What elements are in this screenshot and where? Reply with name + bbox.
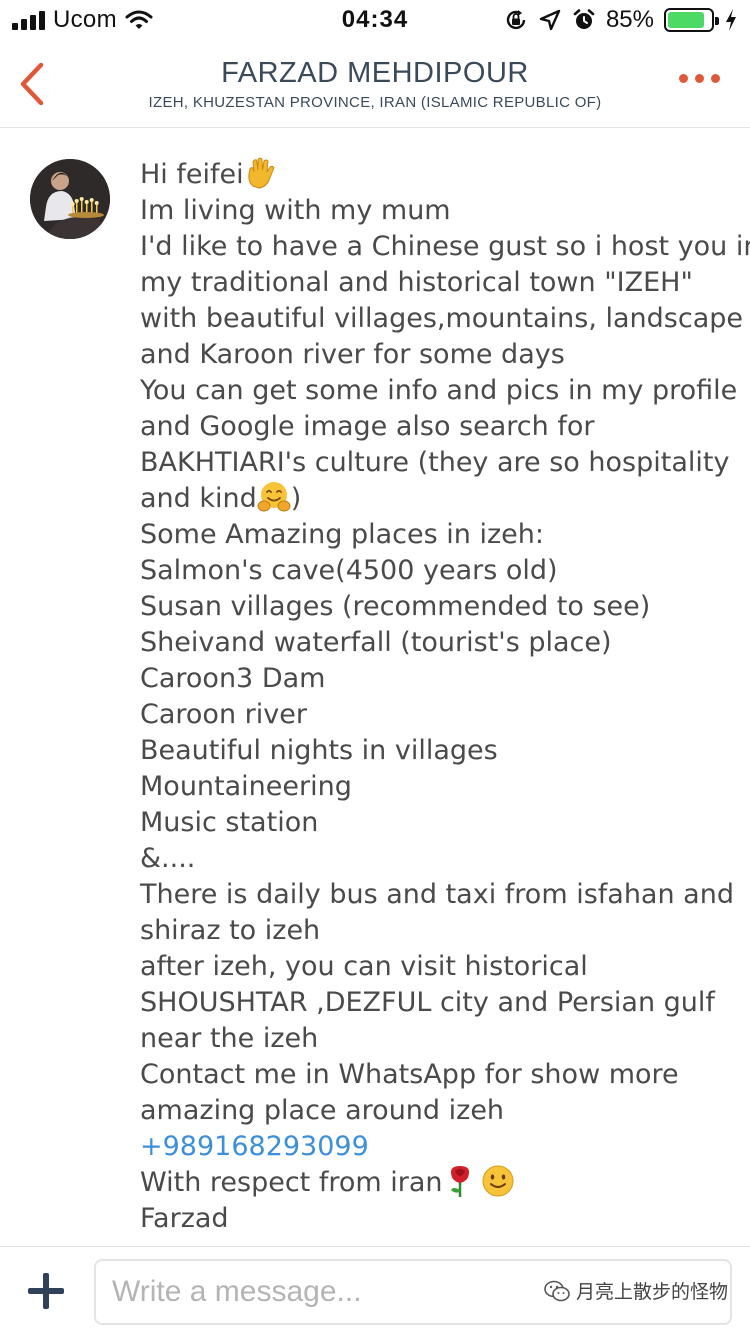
message-line: Beautiful nights in villages — [140, 735, 498, 766]
message-line: There is daily bus and taxi from isfahan… — [140, 879, 734, 910]
message-line: You can get some info and pics in my pro… — [140, 375, 738, 406]
message-line: Caroon3 Dam — [140, 663, 326, 694]
message-line: my traditional and historical town "IZEH… — [140, 267, 693, 298]
message-line: Some Amazing places in izeh: — [140, 519, 544, 550]
battery-level — [668, 12, 704, 28]
battery-icon — [664, 8, 719, 32]
kind-text: and kind — [140, 483, 257, 514]
message-line: With respect from iran — [140, 1165, 730, 1201]
message-thread[interactable]: Hi feifei Im living with my mum I'd like… — [0, 129, 750, 1246]
orientation-lock-icon — [506, 10, 526, 30]
add-attachment-button[interactable] — [28, 1273, 64, 1309]
cut-off-line — [140, 1237, 730, 1246]
battery-percent: 85% — [605, 6, 654, 33]
message-line: Susan villages (recommended to see) — [140, 591, 651, 622]
message-body: Hi feifei Im living with my mum I'd like… — [140, 157, 750, 1246]
message-line: with beautiful villages,mountains, lands… — [140, 303, 744, 334]
header-info[interactable]: FARZAD MEHDIPOUR IZEH, KHUZESTAN PROVINC… — [90, 56, 660, 111]
message-line: Caroon river — [140, 699, 307, 730]
message-line: SHOUSHTAR ,DEZFUL city and Persian gulf — [140, 987, 715, 1018]
message-composer: 月亮上散步的怪物 — [0, 1246, 750, 1334]
message-line: and Google image also search for — [140, 411, 595, 442]
message-line: after izeh, you can visit historical — [140, 951, 588, 982]
avatar-photo — [30, 159, 110, 239]
message-input[interactable] — [94, 1259, 732, 1325]
alarm-icon — [573, 9, 595, 29]
contact-name: FARZAD MEHDIPOUR — [221, 57, 529, 89]
message-line: and kind ) — [140, 481, 730, 517]
message-line: Mountaineering — [140, 771, 352, 802]
status-bar: Ucom 04:34 85% — [0, 0, 750, 40]
greeting-text: Hi feifei — [140, 159, 244, 190]
message-line: Music station — [140, 807, 319, 838]
avatar[interactable] — [30, 159, 110, 239]
message-line: shiraz to izeh — [140, 915, 321, 946]
message-line: &.... — [140, 843, 196, 874]
message-line: Sheivand waterfall (tourist's place) — [140, 627, 612, 658]
message-line: Im living with my mum — [140, 195, 451, 226]
back-button[interactable] — [10, 54, 54, 114]
charging-icon — [726, 9, 736, 31]
waving-hand-icon — [247, 157, 275, 189]
message-line: near the izeh — [140, 1023, 319, 1054]
message-line: BAKHTIARI's culture (they are so hospita… — [140, 447, 730, 478]
phone-link[interactable]: +989168293099 — [140, 1129, 730, 1165]
rose-icon — [450, 1165, 469, 1197]
status-right: 85% — [504, 6, 738, 34]
chevron-left-icon — [20, 62, 44, 106]
more-horizontal-icon — [679, 74, 688, 83]
hugging-face-icon — [257, 481, 291, 511]
message-line: Contact me in WhatsApp for show more — [140, 1059, 679, 1090]
kind-text-end: ) — [290, 483, 302, 514]
closing-text: With respect from iran — [140, 1167, 443, 1198]
smiling-face-icon — [482, 1165, 514, 1196]
conversation-header: FARZAD MEHDIPOUR IZEH, KHUZESTAN PROVINC… — [0, 40, 750, 128]
message-line: Hi feifei — [140, 157, 730, 193]
location-icon — [539, 9, 561, 31]
message-line: and Karoon river for some days — [140, 339, 565, 370]
signature-line: Farzad — [140, 1203, 229, 1234]
message-line: I'd like to have a Chinese gust so i hos… — [140, 231, 750, 262]
contact-location: IZEH, KHUZESTAN PROVINCE, IRAN (ISLAMIC … — [148, 94, 602, 111]
message-line: amazing place around izeh — [140, 1095, 505, 1126]
message-line: Salmon's cave(4500 years old) — [140, 555, 558, 586]
more-options-button[interactable] — [679, 74, 720, 83]
